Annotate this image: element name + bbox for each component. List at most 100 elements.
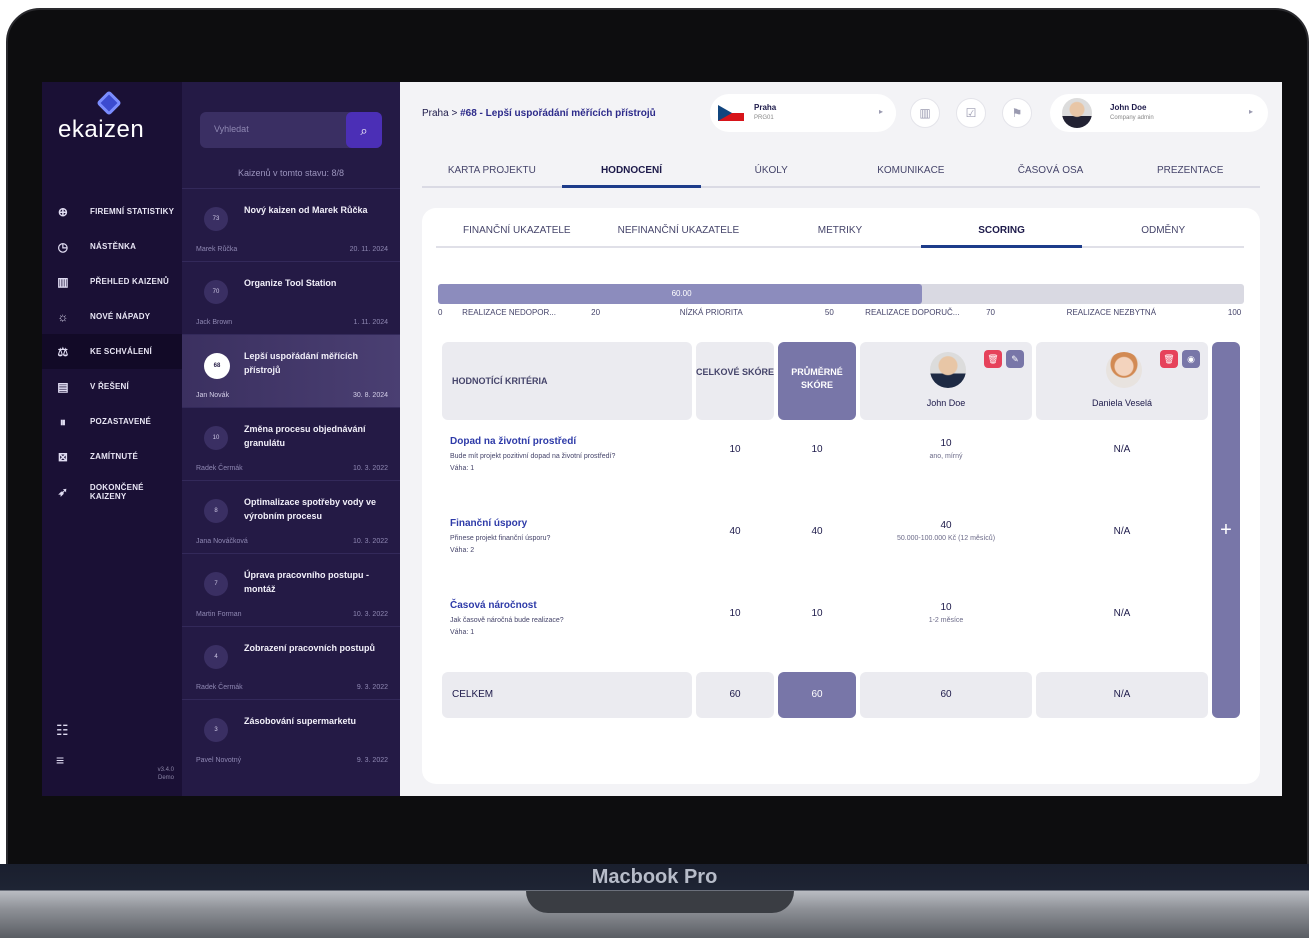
row-john-score: 10 1-2 měsíce [860,602,1032,624]
user-chevron-icon[interactable]: ▸ [1236,98,1266,128]
kaizen-list-item[interactable]: 68 Lepší uspořádání měřících přístrojů Jan… [182,334,400,407]
kaizen-list-item[interactable]: 8 Optimalizace spotřeby vody ve výrobním … [182,480,400,553]
settings-icon[interactable]: ☷ [56,722,69,752]
tab[interactable]: ÚKOLY [701,154,841,186]
kaizen-list-item[interactable]: 4 Zobrazení pracovních postupů Radek Čermá… [182,626,400,699]
kaizen-author: Radek Čermák [196,465,243,472]
kaizen-date: 30. 8. 2024 [352,392,388,399]
device-label: Macbook Pro [591,866,718,888]
scale-label: 100 [1227,308,1242,317]
kaizen-id-badge: 73 [204,207,228,231]
criteria-description: Bude mít projekt pozitivní dopad na živo… [450,453,616,460]
criteria-row: Finanční úspory Přinese projekt finanční … [442,508,1208,590]
rejected-icon: ⊠ [57,449,69,464]
totals-row: CELKEM 60 60 60 N/A [442,672,1208,718]
criteria-weight: Váha: 1 [450,465,475,472]
kaizen-list-panel: Vyhledat ⌕ Kaizenů v tomto stavu: 8/8 73… [182,82,400,796]
row-total-score: 40 [729,526,741,537]
tab[interactable]: KOMUNIKACE [841,154,981,186]
john-score-value: 10 [940,438,952,449]
kaizen-list-item[interactable]: 7 Úprava pracovního postupu - montáž Marti… [182,553,400,626]
subtab[interactable]: ODMĚNY [1082,214,1244,246]
subtab[interactable]: FINANČNÍ UKAZATELE [436,214,598,246]
criteria-weight: Váha: 2 [450,547,475,554]
kaizen-id-badge: 68 [204,353,230,379]
totals-label: CELKEM [442,672,692,718]
total-score-header: CELKOVÉ SKÓRE [696,342,774,420]
nav-item-label: ZAMÍTNUTÉ [90,452,139,461]
kaizen-id-badge: 7 [204,572,228,596]
add-evaluator-button[interactable]: + [1212,342,1240,718]
kaizen-list-item[interactable]: 10 Změna procesu objednávání granulátu Rad… [182,407,400,480]
criteria-description: Přinese projekt finanční úsporu? [450,535,551,542]
menu-icon[interactable]: ≡ [56,752,69,782]
totals-daniela: N/A [1036,672,1208,718]
search-button[interactable]: ⌕ [346,112,382,148]
app-screen: ekaizen ⊕ FIREMNÍ STATISTIKY ◷ NÁSTĚNKA ▥ PŘE… [42,82,1282,796]
user-name: John Doe [1110,103,1147,112]
pencil-icon[interactable]: ✎ [1006,350,1024,368]
kanban-button[interactable]: ▥ [910,98,940,128]
row-total-score: 10 [729,608,741,619]
nav-item[interactable]: ▤ V ŘEŠENÍ [42,369,182,404]
nav-item-label: NÁSTĚNKA [90,242,137,251]
tab[interactable]: ČASOVÁ OSA [981,154,1121,186]
breadcrumb-current: #68 - Lepší uspořádání měřících přístroj… [460,108,656,119]
row-average-score: 10 [811,444,823,455]
eye-icon[interactable]: ◉ [1182,350,1200,368]
john-score-value: 10 [940,602,952,613]
subtab[interactable]: NEFINANČNÍ UKAZATELE [598,214,760,246]
logo-icon [96,90,122,116]
laptop-notch [526,891,794,913]
nav-item[interactable]: ◷ NÁSTĚNKA [42,229,182,264]
location-selector[interactable]: Praha PRG01 ▸ [710,94,896,132]
criteria-title[interactable]: Finanční úspory [450,518,527,529]
search-box[interactable]: Vyhledat ⌕ [200,112,382,148]
trash-icon[interactable]: 🗑 [984,350,1002,368]
signpost-button[interactable]: ⚑ [1002,98,1032,128]
clipboard-button[interactable]: ☑ [956,98,986,128]
tab[interactable]: KARTA PROJEKTU [422,154,562,186]
kaizen-title: Zobrazení pracovních postupů [244,643,376,653]
scoring-card: FINANČNÍ UKAZATELE NEFINANČNÍ UKAZATELE ME… [422,208,1260,784]
totals-average: 60 [778,672,856,718]
kaizen-list-item[interactable]: 3 Zásobování supermarketu Pavel Novotný 9. … [182,699,400,772]
score-bar: 60.00 [438,284,1244,304]
search-input[interactable]: Vyhledat [214,124,249,134]
kaizen-list-item[interactable]: 70 Organize Tool Station Jack Brown 1. 11. … [182,261,400,334]
john-score-note: ano, mírný [929,453,963,460]
nav-item[interactable]: ☼ NOVÉ NÁPADY [42,299,182,334]
nav-item[interactable]: ▥ PŘEHLED KAIZENŮ [42,264,182,299]
nav-item-label: NOVÉ NÁPADY [90,312,151,321]
user-menu[interactable]: John Doe Company admin ▸ [1050,94,1268,132]
nav-item[interactable]: ⊕ FIREMNÍ STATISTIKY [42,194,182,229]
kaizen-id-badge: 70 [204,280,228,304]
location-chevron-icon[interactable]: ▸ [866,98,896,128]
kaizen-date: 20. 11. 2024 [349,246,388,253]
subtab[interactable]: METRIKY [759,214,921,246]
kaizen-id-badge: 10 [204,426,228,450]
breadcrumb-root[interactable]: Praha [422,108,449,119]
bulb-icon: ☼ [57,309,69,324]
scale-label: 50 [824,308,834,317]
subtab[interactable]: SCORING [920,214,1083,248]
nav-item[interactable]: ⏸ POZASTAVENÉ [42,404,182,439]
nav-item[interactable]: ⚖ KE SCHVÁLENÍ [42,334,182,369]
nav-item-label: KE SCHVÁLENÍ [90,347,152,356]
brand-logo[interactable]: ekaizen [58,116,144,144]
nav-list: ⊕ FIREMNÍ STATISTIKY ◷ NÁSTĚNKA ▥ PŘEHLED KAI… [42,194,182,509]
row-total-score: 10 [729,444,741,455]
tab[interactable]: PREZENTACE [1120,154,1260,186]
trash-icon[interactable]: 🗑 [1160,350,1178,368]
tab[interactable]: HODNOCENÍ [561,154,702,188]
nav-item[interactable]: ⊠ ZAMÍTNUTÉ [42,439,182,474]
kaizen-date: 9. 3. 2022 [356,757,388,764]
nav-item[interactable]: ➶ DOKONČENÉ KAIZENY [42,474,182,509]
criteria-title[interactable]: Časová náročnost [450,600,537,611]
criteria-title[interactable]: Dopad na životní prostředí [450,436,576,447]
location-city: Praha [754,103,777,112]
totals-john: 60 [860,672,1032,718]
kaizen-list-item[interactable]: 73 Nový kaizen od Marek Růčka Marek Růčka 2… [182,188,400,261]
kaizen-author: Jana Nováčková [196,538,248,545]
search-icon: ⌕ [360,123,368,138]
